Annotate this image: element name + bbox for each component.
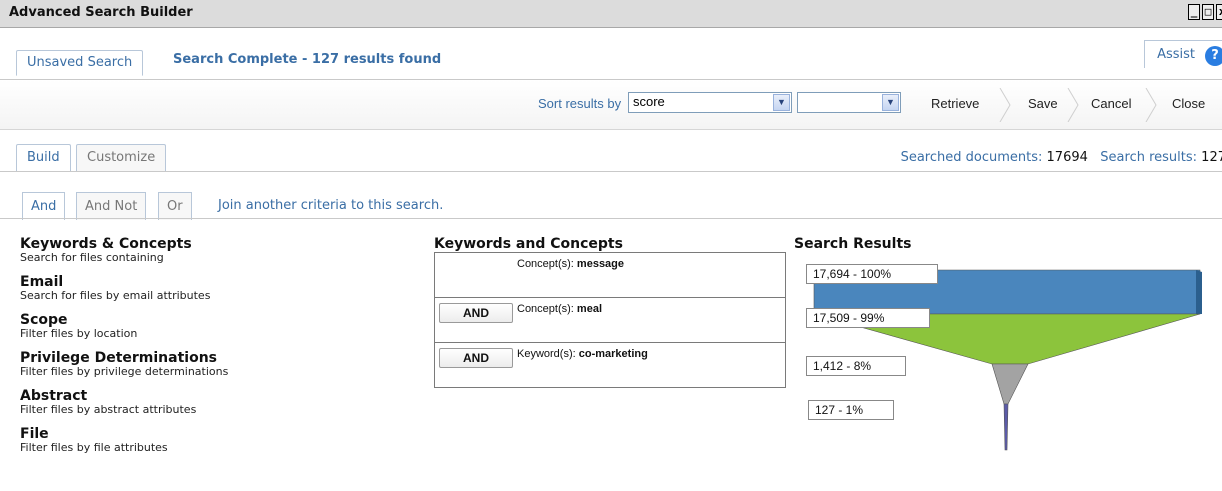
close-window-button[interactable]: x: [1216, 4, 1222, 20]
save-button[interactable]: Save: [1028, 96, 1058, 111]
assist-button[interactable]: Assist ?: [1144, 40, 1222, 68]
retrieve-button[interactable]: Retrieve: [931, 96, 979, 111]
funnel-stage-3: [991, 363, 1029, 405]
search-results-title: Search Results: [794, 236, 912, 252]
filter-item-email[interactable]: Email Search for files by email attribut…: [20, 274, 400, 302]
filter-title[interactable]: Scope: [20, 312, 400, 328]
help-icon[interactable]: ?: [1205, 46, 1222, 66]
criteria-value: meal: [576, 303, 602, 315]
view-tabs: Build Customize Searched documents: 1769…: [0, 130, 1222, 172]
criteria-tabs: And And Not Or Join another criteria to …: [0, 180, 1222, 220]
cancel-button[interactable]: Cancel: [1091, 96, 1131, 111]
filter-description: Filter files by location: [20, 327, 138, 340]
filter-title[interactable]: Abstract: [20, 388, 400, 404]
funnel-stage-4: [1003, 403, 1009, 451]
keywords-panel-title: Keywords and Concepts: [434, 236, 623, 252]
minimize-button[interactable]: _: [1188, 4, 1200, 20]
tab-unsaved-search[interactable]: Unsaved Search: [16, 50, 144, 76]
criteria-text: Keyword(s): co-marketing: [517, 348, 648, 360]
toolbar-separator: [998, 88, 1012, 122]
sort-select[interactable]: score ▼: [628, 92, 792, 113]
assist-label: Assist: [1157, 47, 1195, 62]
tab-customize[interactable]: Customize: [76, 144, 167, 171]
searched-documents-value: 17694: [1046, 150, 1088, 165]
tab-and-not[interactable]: And Not: [76, 192, 147, 220]
criteria-row[interactable]: AND Keyword(s): co-marketing: [435, 343, 785, 388]
criteria-text: Concept(s): message: [517, 258, 624, 270]
funnel-stage-1-side: [1196, 270, 1202, 314]
funnel-label: 1,412 - 8%: [806, 356, 906, 376]
filter-title[interactable]: Keywords & Concepts: [20, 236, 400, 252]
search-stats: Searched documents: 17694 Search results…: [901, 150, 1222, 165]
close-button[interactable]: Close: [1172, 96, 1205, 111]
chevron-down-icon[interactable]: ▼: [882, 94, 899, 111]
filter-description: Filter files by file attributes: [20, 441, 168, 454]
criteria-text: Concept(s): meal: [517, 303, 602, 315]
search-results-label: Search results:: [1100, 150, 1198, 165]
search-status-text: Search Complete - 127 results found: [173, 52, 442, 67]
filter-item-abstract[interactable]: Abstract Filter files by abstract attrib…: [20, 388, 400, 416]
funnel-label: 127 - 1%: [808, 400, 894, 420]
criteria-row[interactable]: AND Concept(s): meal: [435, 298, 785, 343]
filter-description: Search for files by email attributes: [20, 289, 211, 302]
filter-description: Filter files by privilege determinations: [20, 365, 229, 378]
window-titlebar: Advanced Search Builder _ □ x: [0, 0, 1222, 28]
tab-build[interactable]: Build: [16, 144, 71, 171]
filter-item-file[interactable]: File Filter files by file attributes: [20, 426, 400, 454]
filter-description: Filter files by abstract attributes: [20, 403, 197, 416]
search-results-value: 127: [1201, 150, 1222, 165]
filter-item-keywords[interactable]: Keywords & Concepts Search for files con…: [20, 236, 400, 264]
divider: [0, 218, 1222, 219]
results-toolbar: Sort results by score ▼ ▼ Retrieve Save …: [0, 80, 1222, 130]
chevron-down-icon[interactable]: ▼: [773, 94, 790, 111]
toolbar-separator: [1066, 88, 1080, 122]
filter-title[interactable]: Privilege Determinations: [20, 350, 400, 366]
maximize-button[interactable]: □: [1202, 4, 1214, 20]
criteria-value: message: [576, 258, 625, 270]
criteria-value: co-marketing: [578, 348, 648, 360]
searched-documents-label: Searched documents:: [900, 150, 1043, 165]
filter-title[interactable]: Email: [20, 274, 400, 290]
sort-select-value: score: [633, 94, 665, 109]
criteria-type: Concept(s):: [517, 258, 574, 270]
filter-list: Keywords & Concepts Search for files con…: [20, 236, 400, 464]
toolbar-separator: [1144, 88, 1158, 122]
window-title: Advanced Search Builder: [9, 5, 193, 20]
operator-button[interactable]: AND: [439, 303, 513, 323]
filter-item-privilege[interactable]: Privilege Determinations Filter files by…: [20, 350, 400, 378]
criteria-type: Concept(s):: [517, 303, 574, 315]
secondary-sort-select[interactable]: ▼: [797, 92, 901, 113]
join-criteria-link[interactable]: Join another criteria to this search.: [218, 198, 443, 213]
funnel-label: 17,509 - 99%: [806, 308, 930, 328]
divider: [0, 171, 1222, 172]
criteria-row[interactable]: Concept(s): message: [435, 253, 785, 298]
filter-title[interactable]: File: [20, 426, 400, 442]
window-controls: _ □ x: [1186, 4, 1222, 20]
sort-label: Sort results by: [538, 96, 622, 111]
search-tab-bar: Unsaved Search Search Complete - 127 res…: [0, 28, 1222, 80]
criteria-type: Keyword(s):: [517, 348, 576, 360]
filter-item-scope[interactable]: Scope Filter files by location: [20, 312, 400, 340]
filter-description: Search for files containing: [20, 251, 164, 264]
operator-button[interactable]: AND: [439, 348, 513, 368]
funnel-label: 17,694 - 100%: [806, 264, 938, 284]
tab-and[interactable]: And: [22, 192, 66, 220]
tab-or[interactable]: Or: [158, 192, 192, 220]
keywords-criteria-box: Concept(s): message AND Concept(s): meal…: [434, 252, 786, 388]
